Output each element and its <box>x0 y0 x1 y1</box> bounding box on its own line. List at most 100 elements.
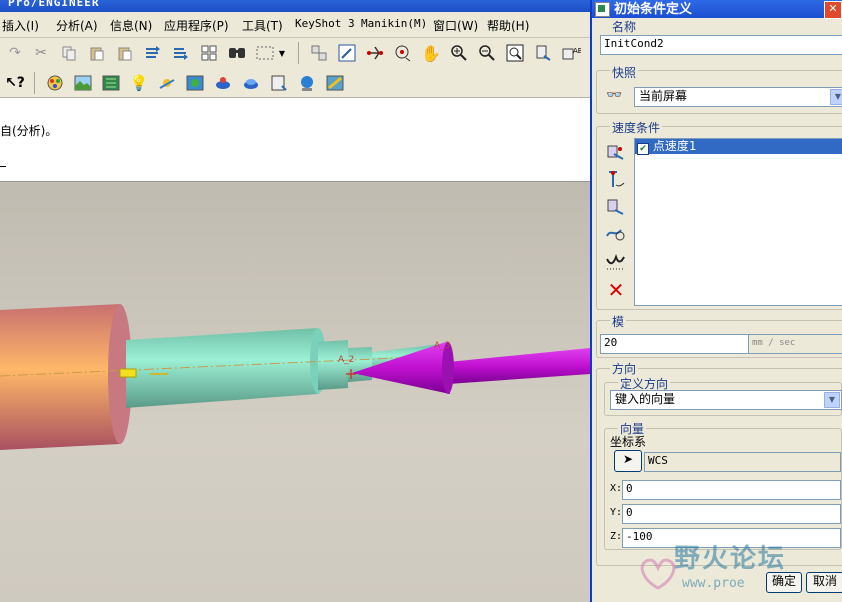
chevron-down-icon[interactable]: ▼ <box>830 89 842 105</box>
x-field[interactable]: 0 <box>622 480 841 500</box>
watermark-logo <box>640 558 676 590</box>
render-window-icon[interactable] <box>212 72 234 94</box>
glasses-icon: 👓 <box>606 88 623 103</box>
point-marker <box>119 368 137 378</box>
check-conditions-icon[interactable] <box>604 250 628 274</box>
saved-views-icon[interactable]: AB <box>560 42 582 64</box>
redo-icon[interactable]: ↷ <box>4 42 26 64</box>
y-field[interactable]: 0 <box>622 504 841 524</box>
velocity-label: 速度条件 <box>610 119 663 136</box>
motion-axis-velocity-icon[interactable] <box>604 168 628 192</box>
snapshot-value: 当前屏幕 <box>639 89 688 103</box>
graphics-viewport[interactable]: A_2 A_3 <box>0 182 590 602</box>
copy-icon[interactable] <box>58 42 80 64</box>
render-region-icon[interactable] <box>100 72 122 94</box>
menu-bar: 插入(I) 分析(A) 信息(N) 应用程序(P) 工具(T) KeyShot … <box>0 12 590 38</box>
dialog-app-icon <box>595 2 610 17</box>
datum-axis-icon[interactable] <box>364 42 386 64</box>
chevron-down-icon[interactable]: ▼ <box>824 392 840 408</box>
point-velocity-icon[interactable] <box>604 141 628 165</box>
toolbar-bottom: ↖? 💡 <box>0 68 590 98</box>
tangent-slot-velocity-icon[interactable] <box>604 222 628 246</box>
paste-special-icon[interactable] <box>114 42 136 64</box>
y-label: Y: <box>610 507 623 518</box>
watermark-url: www.proe <box>682 576 745 591</box>
name-field[interactable]: InitCond2 <box>600 35 842 55</box>
sketch-icon[interactable] <box>336 42 358 64</box>
main-title-bar: Pro/ENGINEER <box>0 0 590 12</box>
watermark-text: 野火论坛 <box>674 544 787 574</box>
snapshot-select[interactable]: 当前屏幕 ▼ <box>634 87 842 107</box>
cancel-button[interactable]: 取消 <box>806 572 842 593</box>
model-tree-icon[interactable] <box>198 42 220 64</box>
save-image-icon[interactable] <box>268 72 290 94</box>
model-view: A_2 A_3 <box>0 304 590 450</box>
menu-tools[interactable]: 工具(T) <box>242 17 283 34</box>
direction-select[interactable]: 键入的向量 ▼ <box>610 390 842 410</box>
cut-icon[interactable]: ✂ <box>30 42 52 64</box>
spin-center-icon[interactable] <box>392 42 414 64</box>
menu-keyshot[interactable]: KeyShot 3 <box>295 17 355 30</box>
ok-button[interactable]: 确定 <box>766 572 802 593</box>
shaft-main <box>126 328 318 408</box>
axis-label-a2: A_2 <box>338 355 354 365</box>
svg-text:AB: AB <box>573 47 581 55</box>
initial-condition-dialog: 初始条件定义 ✕ 名称 InitCond2 快照 👓 当前屏幕 ▼ 速度条件 ✔… <box>590 0 842 602</box>
name-label: 名称 <box>610 18 639 35</box>
menu-manikin[interactable]: Manikin(M) <box>361 17 427 30</box>
direction-value: 键入的向量 <box>615 392 676 406</box>
menu-info[interactable]: 信息(N) <box>110 17 152 34</box>
select-coord-button[interactable]: ➤ <box>614 450 642 472</box>
find-icon[interactable] <box>226 42 248 64</box>
menu-window[interactable]: 窗口(W) <box>433 17 478 34</box>
app-title: Pro/ENGINEER <box>8 0 100 9</box>
orient-icon[interactable] <box>308 42 330 64</box>
checkbox[interactable]: ✔ <box>637 143 649 155</box>
x-label: X: <box>610 483 623 494</box>
render-room-icon[interactable] <box>184 72 206 94</box>
perspective-icon[interactable] <box>240 72 262 94</box>
menu-analysis[interactable]: 分析(A) <box>56 17 98 34</box>
shaft-step <box>318 340 348 390</box>
coord-label: 坐标系 <box>610 435 647 449</box>
regenerate-icon[interactable] <box>142 42 164 64</box>
velocity-vector-shaft <box>448 348 590 384</box>
dialog-title: 初始条件定义 <box>614 2 693 17</box>
paste-icon[interactable] <box>86 42 108 64</box>
message-text: 自(分析)。 <box>0 124 58 138</box>
angular-velocity-icon[interactable] <box>604 196 628 220</box>
cursor-arrow-icon: ➤ <box>622 452 634 466</box>
light-bulb-icon[interactable]: 💡 <box>128 72 150 94</box>
velocity-list[interactable]: ✔ 点速度1 <box>634 138 842 306</box>
magnitude-field[interactable]: 20 <box>600 334 753 354</box>
menu-applications[interactable]: 应用程序(P) <box>164 17 229 34</box>
select-box-icon[interactable] <box>254 42 276 64</box>
menu-insert[interactable]: 插入(I) <box>2 17 39 34</box>
message-area: 自(分析)。 <box>0 98 590 182</box>
close-icon[interactable]: ✕ <box>824 1 842 19</box>
zoom-in-icon[interactable] <box>448 42 470 64</box>
refit-icon[interactable] <box>504 42 526 64</box>
list-item[interactable]: ✔ 点速度1 <box>635 139 842 155</box>
zoom-out-icon[interactable] <box>476 42 498 64</box>
scene-icon[interactable] <box>72 72 94 94</box>
reorient-icon[interactable] <box>532 42 554 64</box>
toolbar-top: ↷ ✂ ▼ ✋ AB <box>0 38 590 68</box>
globe-icon[interactable] <box>296 72 318 94</box>
regenerate-manager-icon[interactable] <box>170 42 192 64</box>
chevron-down-icon[interactable]: ▼ <box>276 42 288 64</box>
menu-help[interactable]: 帮助(H) <box>487 17 529 34</box>
snapshot-label: 快照 <box>610 64 639 81</box>
list-item-label: 点速度1 <box>652 139 697 153</box>
effects-icon[interactable] <box>156 72 178 94</box>
magnitude-unit: mm / sec <box>748 334 842 354</box>
axis-label-a3: A_3 <box>434 341 450 351</box>
delete-icon[interactable]: ✕ <box>604 278 628 302</box>
texture-icon[interactable] <box>324 72 346 94</box>
large-cylinder <box>0 304 120 450</box>
magnitude-label: 模 <box>610 313 627 330</box>
pan-hand-icon[interactable]: ✋ <box>420 42 442 64</box>
appearance-icon[interactable] <box>44 72 66 94</box>
coord-field: WCS <box>644 452 841 472</box>
context-help-icon[interactable]: ↖? <box>4 72 26 94</box>
